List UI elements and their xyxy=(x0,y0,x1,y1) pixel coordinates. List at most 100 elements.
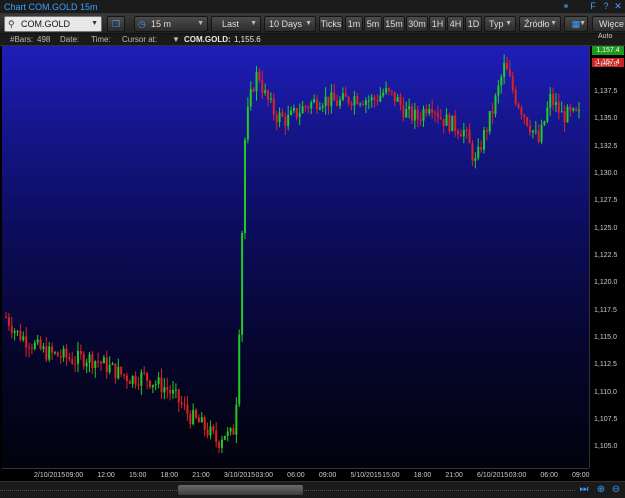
range-selector[interactable]: 10 Days ▼ xyxy=(264,16,316,32)
candle-body xyxy=(557,102,560,113)
candle-body xyxy=(572,108,575,111)
candle-body xyxy=(111,363,114,365)
bars-value: 498 xyxy=(37,35,51,44)
candle-body xyxy=(488,111,491,132)
candlestick-plot xyxy=(5,54,580,454)
candle-body xyxy=(390,90,393,92)
candle-body xyxy=(203,417,206,430)
time-tick-label: 12:00 xyxy=(97,472,115,479)
interval-selector[interactable]: ◷ 15 m ▼ xyxy=(134,16,208,32)
clock-icon: ◷ xyxy=(138,19,146,29)
auto-scale-label[interactable]: Auto xyxy=(598,33,612,40)
chevron-down-icon: ▼ xyxy=(197,20,204,27)
interval-button-1d[interactable]: 1D xyxy=(465,16,482,32)
candle-body xyxy=(123,374,126,376)
price-axis[interactable]: Auto 1,157.4 1,157.4 1,105.0 1,107.5 1,110… xyxy=(589,33,625,468)
link-icon[interactable]: ⚭ xyxy=(561,1,571,12)
candle-body xyxy=(241,232,244,335)
candle-body xyxy=(137,384,140,386)
chart-type-selector[interactable]: Typ ▼ xyxy=(484,16,516,32)
time-tick-label: 06:00 xyxy=(540,472,558,479)
zoom-in-icon[interactable]: ⊕ xyxy=(594,483,608,497)
help-icon[interactable]: ? xyxy=(601,1,611,12)
windows-icon: ❐ xyxy=(111,19,121,29)
candle-body xyxy=(379,95,382,102)
candle-body xyxy=(402,104,405,118)
candle-body xyxy=(82,354,85,367)
candle-body xyxy=(189,413,192,425)
candle-body xyxy=(376,99,379,102)
price-tick-label: 1,130.0 xyxy=(594,170,618,177)
candle-body xyxy=(183,404,186,406)
candle-body xyxy=(166,387,169,390)
candle-body xyxy=(100,361,103,364)
close-icon[interactable]: ✕ xyxy=(613,1,623,12)
link-charts-button[interactable]: ❐ xyxy=(107,16,125,32)
candle-body xyxy=(436,112,439,118)
interval-button-15m[interactable]: 15m xyxy=(383,16,405,32)
interval-button-1m[interactable]: 1m xyxy=(345,16,363,32)
candle-body xyxy=(419,119,422,121)
candle-body xyxy=(387,88,390,91)
candle-body xyxy=(474,158,477,161)
scroll-thumb[interactable] xyxy=(178,485,303,495)
more-button[interactable]: Więce xyxy=(592,16,625,32)
candle-body xyxy=(200,417,203,423)
candle-body xyxy=(42,346,45,350)
ticks-button[interactable]: Ticks xyxy=(319,16,343,32)
candle-body xyxy=(494,95,497,114)
candle-body xyxy=(131,376,134,384)
collapse-icon[interactable]: ▼ xyxy=(172,35,180,44)
source-selector[interactable]: Źródło ▼ xyxy=(519,16,561,32)
candle-body xyxy=(477,146,480,159)
date-label: Date: xyxy=(60,35,80,44)
candle-body xyxy=(232,428,235,435)
interval-button-1h[interactable]: 1H xyxy=(429,16,446,32)
interval-button-30m[interactable]: 30m xyxy=(406,16,428,32)
time-axis[interactable]: 2/10/2015 09:00 12:00 15:00 18:00 21:00 3/10/2… xyxy=(2,468,590,481)
candle-body xyxy=(30,347,33,349)
time-tick-label: 21:00 xyxy=(192,472,210,479)
candle-body xyxy=(97,361,100,363)
candle-body xyxy=(500,77,503,86)
scroll-end-icon[interactable]: ⏭ xyxy=(577,483,591,497)
time-tick-label: 09:00 xyxy=(318,472,337,479)
interval-button-5m[interactable]: 5m xyxy=(364,16,382,32)
price-tick-label: 1,127.5 xyxy=(594,197,618,205)
candle-body xyxy=(482,130,485,150)
candle-body xyxy=(439,117,442,119)
candle-body xyxy=(10,325,13,333)
candle-body xyxy=(163,387,166,393)
candle-body xyxy=(350,103,353,106)
candle-body xyxy=(359,103,362,105)
time-tick-label: 15:00 xyxy=(382,472,400,479)
candle-body xyxy=(209,426,212,436)
price-type-selector[interactable]: Last ▼ xyxy=(211,16,261,32)
candle-body xyxy=(243,139,246,233)
price-tick-label: 1,107.5 xyxy=(594,415,618,423)
chart-type-text: Typ xyxy=(489,19,504,29)
chevron-down-icon: ▼ xyxy=(91,20,98,27)
candle-body xyxy=(45,346,48,360)
candle-body xyxy=(318,107,321,110)
chart-scrollbar[interactable]: ⏭ ⊕ ⊖ xyxy=(0,481,625,498)
price-tick-label: 1,137.5 xyxy=(594,88,618,95)
candle-body xyxy=(25,336,28,348)
float-icon[interactable]: F xyxy=(588,1,598,12)
candle-body xyxy=(79,350,82,355)
time-tick-label: 2/10/2015 xyxy=(34,472,66,479)
candle-body xyxy=(304,106,307,108)
candle-body xyxy=(275,114,278,123)
chart-area[interactable] xyxy=(2,46,589,468)
candle-body xyxy=(148,380,151,388)
candle-body xyxy=(413,109,416,121)
symbol-selector[interactable]: ⚲ COM.GOLD ▼ xyxy=(4,16,102,32)
candle-body xyxy=(575,108,578,111)
zoom-out-icon[interactable]: ⊖ xyxy=(609,483,623,497)
price-tick-label: 1,110.0 xyxy=(594,388,617,396)
layout-button[interactable]: ▦ ▼ xyxy=(564,16,588,32)
candle-body xyxy=(16,330,19,332)
interval-button-4h[interactable]: 4H xyxy=(447,16,464,32)
candle-body xyxy=(480,146,483,150)
candle-body xyxy=(157,377,160,385)
